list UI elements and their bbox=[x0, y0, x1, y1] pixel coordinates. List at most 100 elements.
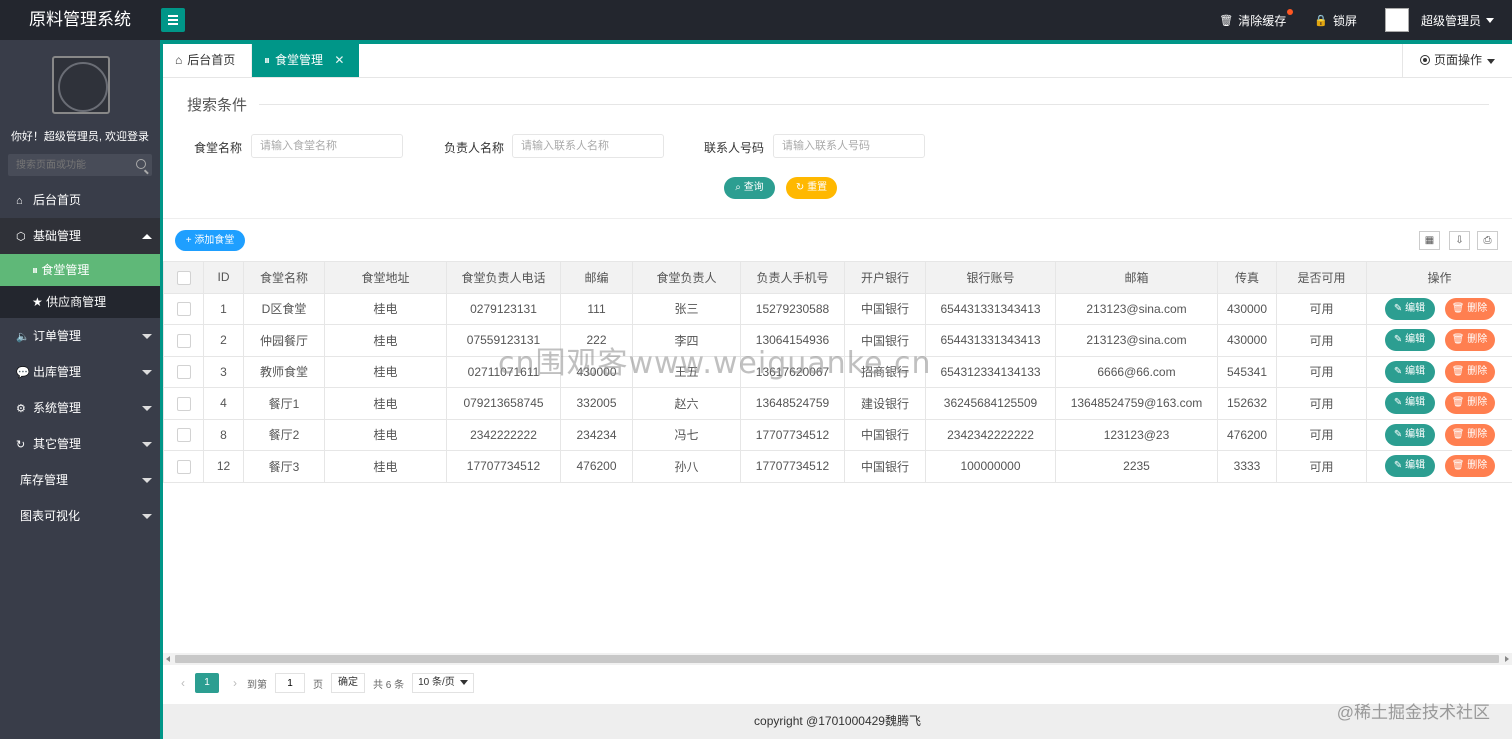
user-name: 超级管理员 bbox=[1420, 13, 1481, 28]
sidebar-item-inventory[interactable]: 库存管理 bbox=[0, 462, 160, 498]
prev-page-icon[interactable]: ‹ bbox=[175, 676, 191, 690]
table-row[interactable]: 12 餐厅3 桂电 17707734512 476200 孙八 17707734512 中国银… bbox=[163, 450, 1512, 483]
column-header[interactable]: 邮编 bbox=[560, 261, 633, 294]
sidebar-item-system[interactable]: ⚙ 系统管理 bbox=[0, 390, 160, 426]
horizontal-scrollbar[interactable] bbox=[163, 653, 1512, 665]
bank-account-cell: 36245684125509 bbox=[925, 387, 1056, 420]
tab-home[interactable]: ⌂ 后台首页 bbox=[163, 44, 252, 77]
columns-icon: ▦ bbox=[1424, 235, 1435, 246]
row-checkbox[interactable] bbox=[176, 396, 191, 411]
edit-button[interactable]: ✎ 编辑 bbox=[1384, 423, 1435, 446]
query-button[interactable]: ⌕ 查询 bbox=[724, 177, 775, 199]
manager-phone-cell: 17707734512 bbox=[446, 450, 561, 483]
delete-button[interactable]: 🗑 删除 bbox=[1444, 392, 1495, 415]
column-header[interactable]: 负责人手机号 bbox=[740, 261, 845, 294]
print-button[interactable]: ⎙ bbox=[1477, 231, 1498, 250]
delete-button[interactable]: 🗑 删除 bbox=[1444, 297, 1495, 320]
menu-toggle-button[interactable] bbox=[161, 8, 185, 32]
chevron-down-icon bbox=[459, 680, 468, 685]
delete-button[interactable]: 🗑 删除 bbox=[1444, 423, 1495, 446]
row-select-cell bbox=[163, 387, 204, 420]
pencil-icon: ✎ bbox=[1393, 428, 1403, 440]
row-checkbox[interactable] bbox=[176, 333, 191, 348]
sidebar-item-charts[interactable]: 图表可视化 bbox=[0, 498, 160, 534]
delete-button[interactable]: 🗑 删除 bbox=[1444, 455, 1495, 478]
address-cell: 桂电 bbox=[324, 418, 447, 451]
column-header[interactable]: 邮箱 bbox=[1055, 261, 1218, 294]
close-icon[interactable]: ✕ bbox=[334, 53, 344, 67]
column-header[interactable]: 食堂负责人电话 bbox=[446, 261, 561, 294]
mobile-cell: 13648524759 bbox=[740, 387, 845, 420]
column-header[interactable]: 食堂负责人 bbox=[632, 261, 741, 294]
sidebar-item-outbound[interactable]: 💬 出库管理 bbox=[0, 354, 160, 390]
clear-cache-button[interactable]: 🗑 清除缓存 bbox=[1219, 8, 1294, 29]
sidebar-item-basic[interactable]: ⬡ 基础管理 bbox=[0, 218, 160, 254]
lock-icon: 🔒 bbox=[1314, 14, 1328, 27]
select-all-checkbox[interactable] bbox=[176, 270, 191, 285]
canteen-name-cell: 餐厅1 bbox=[243, 387, 325, 420]
columns-filter-button[interactable]: ▦ bbox=[1419, 231, 1440, 250]
gear-icon: ⚙ bbox=[16, 403, 26, 415]
scroll-left-icon[interactable] bbox=[166, 656, 170, 662]
clear-cache-label: 清除缓存 bbox=[1238, 13, 1287, 28]
column-header[interactable]: 开户银行 bbox=[844, 261, 926, 294]
edit-button[interactable]: ✎ 编辑 bbox=[1384, 360, 1435, 383]
user-menu[interactable]: 超级管理员 bbox=[1384, 8, 1494, 32]
page-size-select[interactable]: 10 条/页 bbox=[412, 673, 474, 693]
sidebar-item-canteen[interactable]: ⏸ 食堂管理 bbox=[0, 254, 160, 286]
delete-button[interactable]: 🗑 删除 bbox=[1444, 329, 1495, 352]
table-row[interactable]: 8 餐厅2 桂电 2342222222 234234 冯七 17707734512 中国银行 2… bbox=[163, 418, 1512, 451]
app-title: 原料管理系统 bbox=[29, 10, 131, 29]
select-all-cell bbox=[163, 261, 204, 294]
add-canteen-button[interactable]: + 添加食堂 bbox=[175, 230, 245, 251]
contact-phone-input[interactable] bbox=[773, 134, 925, 158]
search-icon[interactable] bbox=[136, 159, 146, 169]
column-header[interactable]: 是否可用 bbox=[1276, 261, 1367, 294]
column-header[interactable]: 传真 bbox=[1217, 261, 1277, 294]
row-checkbox[interactable] bbox=[176, 459, 191, 474]
chevron-down-icon bbox=[142, 514, 152, 519]
page-ops-dropdown[interactable]: 页面操作 bbox=[1402, 44, 1512, 77]
edit-button[interactable]: ✎ 编辑 bbox=[1384, 329, 1435, 352]
sidebar-item-home[interactable]: ⌂ 后台首页 bbox=[0, 182, 160, 218]
manager-name-input[interactable] bbox=[512, 134, 664, 158]
chevron-down-icon bbox=[1486, 17, 1494, 23]
sidebar-search-input[interactable] bbox=[8, 154, 128, 176]
column-header[interactable]: 食堂名称 bbox=[243, 261, 325, 294]
trash-icon: 🗑 bbox=[1451, 428, 1465, 440]
sidebar-item-orders[interactable]: 🔈 订单管理 bbox=[0, 318, 160, 354]
scroll-right-icon[interactable] bbox=[1505, 656, 1509, 662]
row-checkbox[interactable] bbox=[176, 428, 191, 443]
sidebar-item-other[interactable]: ↻ 其它管理 bbox=[0, 426, 160, 462]
row-checkbox[interactable] bbox=[176, 302, 191, 317]
address-cell: 桂电 bbox=[324, 324, 447, 357]
edit-button[interactable]: ✎ 编辑 bbox=[1384, 297, 1435, 320]
canteen-name-input[interactable] bbox=[251, 134, 403, 158]
page-jump-input[interactable] bbox=[275, 673, 305, 693]
export-button[interactable]: ⇩ bbox=[1449, 231, 1470, 250]
tab-canteen[interactable]: ⏸ 食堂管理 ✕ bbox=[252, 44, 359, 77]
column-header[interactable]: 食堂地址 bbox=[324, 261, 447, 294]
reset-button[interactable]: ↻ 重置 bbox=[786, 177, 837, 199]
postcode-cell: 234234 bbox=[560, 418, 633, 451]
status-cell: 可用 bbox=[1276, 292, 1367, 325]
column-header[interactable]: ID bbox=[203, 261, 244, 294]
scrollbar-thumb[interactable] bbox=[175, 655, 1499, 663]
edit-button[interactable]: ✎ 编辑 bbox=[1384, 455, 1435, 478]
row-checkbox[interactable] bbox=[176, 365, 191, 380]
table-row[interactable]: 1 D区食堂 桂电 0279123131 111 张三 15279230588 中国银行 654… bbox=[163, 292, 1512, 325]
bank-cell: 中国银行 bbox=[844, 292, 926, 325]
next-page-icon[interactable]: › bbox=[227, 676, 243, 690]
page-confirm-button[interactable]: 确定 bbox=[331, 673, 365, 693]
lock-screen-button[interactable]: 🔒 锁屏 bbox=[1314, 12, 1357, 29]
table-row[interactable]: 4 餐厅1 桂电 079213658745 332005 赵六 13648524759 建设银… bbox=[163, 387, 1512, 420]
id-cell: 8 bbox=[203, 418, 244, 451]
delete-button[interactable]: 🗑 删除 bbox=[1444, 360, 1495, 383]
pencil-icon: ✎ bbox=[1393, 397, 1403, 409]
page-current[interactable]: 1 bbox=[195, 673, 219, 693]
postcode-cell: 111 bbox=[560, 292, 633, 325]
sidebar-item-supplier[interactable]: ★ 供应商管理 bbox=[0, 286, 160, 318]
column-header[interactable]: 银行账号 bbox=[925, 261, 1056, 294]
table-panel: + 添加食堂 ▦ ⇩ ⎙ ID 食堂名称 食堂地址 食堂负责人电话 邮编 食堂负… bbox=[163, 218, 1512, 704]
edit-button[interactable]: ✎ 编辑 bbox=[1384, 392, 1435, 415]
